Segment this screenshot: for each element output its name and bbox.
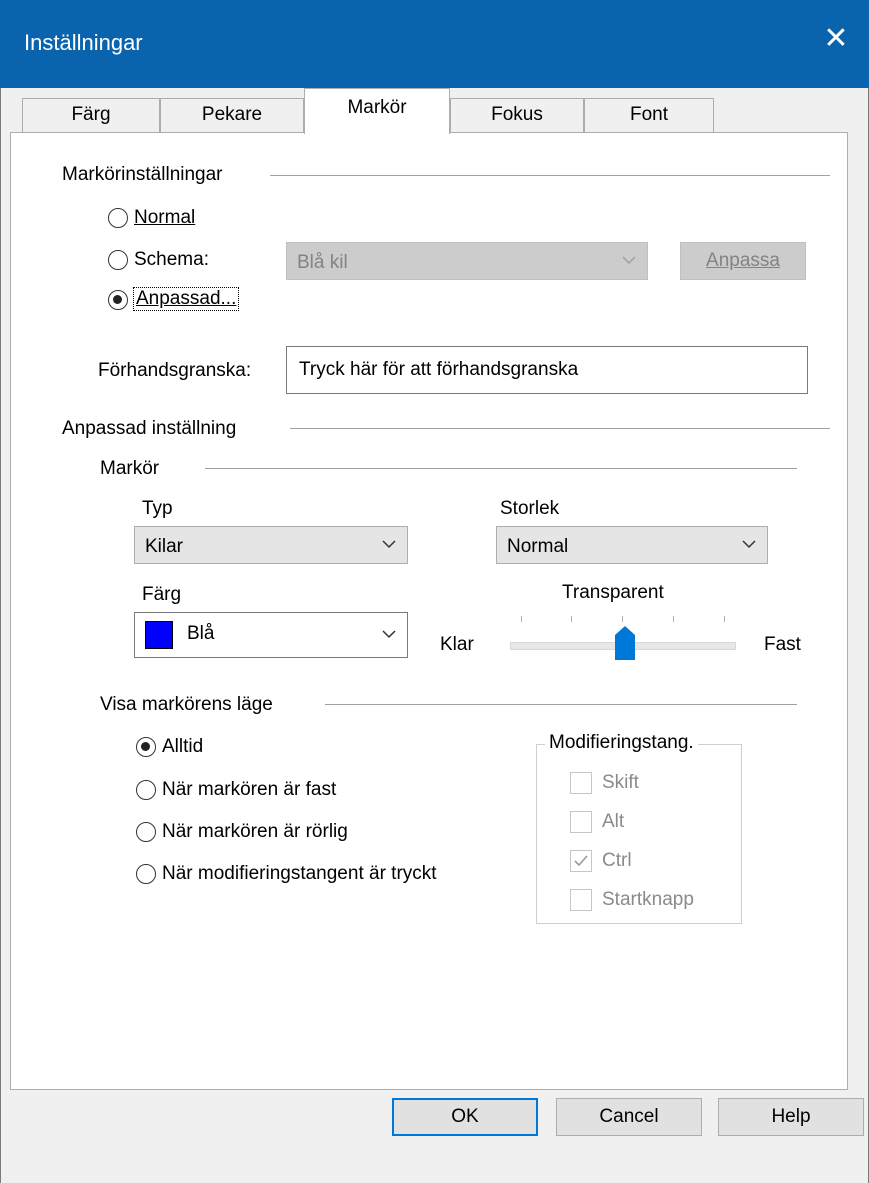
radio-modifier-pressed[interactable] xyxy=(136,864,156,884)
color-select-value: Blå xyxy=(187,623,215,644)
radio-anpassad[interactable] xyxy=(108,290,128,310)
slider-tick xyxy=(724,616,725,622)
scheme-select-value: Blå kil xyxy=(297,252,348,273)
checkmark-icon xyxy=(574,855,588,867)
checkbox-startknapp-label: Startknapp xyxy=(602,889,694,910)
radio-markor-fast[interactable] xyxy=(136,780,156,800)
checkbox-ctrl[interactable] xyxy=(570,850,592,872)
tab-farg[interactable]: Färg xyxy=(22,98,160,132)
tab-fokus[interactable]: Fokus xyxy=(450,98,584,132)
preview-label: Förhandsgranska: xyxy=(98,360,252,381)
slider-tick xyxy=(673,616,674,622)
modifier-groupbox-title: Modifieringstang. xyxy=(545,732,698,754)
chevron-down-icon xyxy=(742,540,756,549)
chevron-down-icon xyxy=(622,256,636,265)
type-select[interactable]: Kilar xyxy=(134,526,408,564)
checkbox-alt-label: Alt xyxy=(602,811,625,832)
radio-schema[interactable] xyxy=(108,250,128,270)
customize-button[interactable]: Anpassa xyxy=(680,242,806,280)
divider xyxy=(270,175,830,176)
size-select[interactable]: Normal xyxy=(496,526,768,564)
checkbox-ctrl-label: Ctrl xyxy=(602,850,632,871)
ok-button[interactable]: OK xyxy=(392,1098,538,1136)
divider xyxy=(290,428,830,429)
color-label: Färg xyxy=(142,584,182,605)
radio-markor-rorlig[interactable] xyxy=(136,822,156,842)
radio-modifier-pressed-label[interactable]: När modifieringstangent är tryckt xyxy=(162,863,437,885)
checkbox-alt[interactable] xyxy=(570,811,592,833)
tab-markor-label: Markör xyxy=(347,97,407,118)
cancel-button[interactable]: Cancel xyxy=(556,1098,702,1136)
divider xyxy=(325,704,797,705)
tab-font-label: Font xyxy=(629,104,669,125)
window-title: Inställningar xyxy=(24,30,143,55)
subsection-heading-cursor: Markör xyxy=(100,458,160,479)
type-select-value: Kilar xyxy=(145,536,184,557)
tab-pekare-label: Pekare xyxy=(201,104,263,125)
chevron-down-icon xyxy=(382,630,396,639)
radio-normal[interactable] xyxy=(108,208,128,228)
transparency-min-label: Klar xyxy=(440,634,474,655)
divider xyxy=(205,468,797,469)
radio-alltid-label[interactable]: Alltid xyxy=(162,736,203,758)
tab-pekare[interactable]: Pekare xyxy=(160,98,304,132)
tab-farg-label: Färg xyxy=(71,104,111,125)
scheme-select[interactable]: Blå kil xyxy=(286,242,648,280)
help-button[interactable]: Help xyxy=(718,1098,864,1136)
tab-font[interactable]: Font xyxy=(584,98,714,132)
size-label: Storlek xyxy=(500,498,560,519)
radio-schema-label[interactable]: Schema: xyxy=(134,249,209,271)
slider-tick xyxy=(622,616,623,622)
transparency-slider-thumb[interactable] xyxy=(614,625,636,661)
checkbox-skift[interactable] xyxy=(570,772,592,794)
close-icon[interactable]: ✕ xyxy=(821,24,851,54)
radio-normal-label[interactable]: Normal xyxy=(134,207,195,229)
checkbox-startknapp[interactable] xyxy=(570,889,592,911)
section-heading-cursor-settings: Markörinställningar xyxy=(62,164,223,185)
checkbox-skift-label: Skift xyxy=(602,772,639,793)
color-select[interactable]: Blå xyxy=(134,612,408,658)
type-label: Typ xyxy=(142,498,173,519)
title-bar: Inställningar ✕ xyxy=(0,0,869,88)
section-heading-custom-setting: Anpassad inställning xyxy=(62,418,237,439)
radio-markor-rorlig-label[interactable]: När markören är rörlig xyxy=(162,821,348,843)
slider-tick xyxy=(521,616,522,622)
radio-markor-fast-label[interactable]: När markören är fast xyxy=(162,779,336,801)
color-swatch xyxy=(145,621,173,649)
preview-textbox[interactable]: Tryck här för att förhandsgranska xyxy=(286,346,808,394)
section-heading-show-position: Visa markörens läge xyxy=(100,694,273,715)
radio-alltid[interactable] xyxy=(136,737,156,757)
slider-tick xyxy=(571,616,572,622)
preview-text: Tryck här för att förhandsgranska xyxy=(299,359,579,380)
size-select-value: Normal xyxy=(507,536,569,557)
tab-fokus-label: Fokus xyxy=(491,104,543,125)
chevron-down-icon xyxy=(382,540,396,549)
tab-markor[interactable]: Markör xyxy=(304,88,450,134)
transparency-label: Transparent xyxy=(562,582,664,603)
transparency-max-label: Fast xyxy=(764,634,801,655)
radio-anpassad-label[interactable]: Anpassad... xyxy=(132,287,240,311)
